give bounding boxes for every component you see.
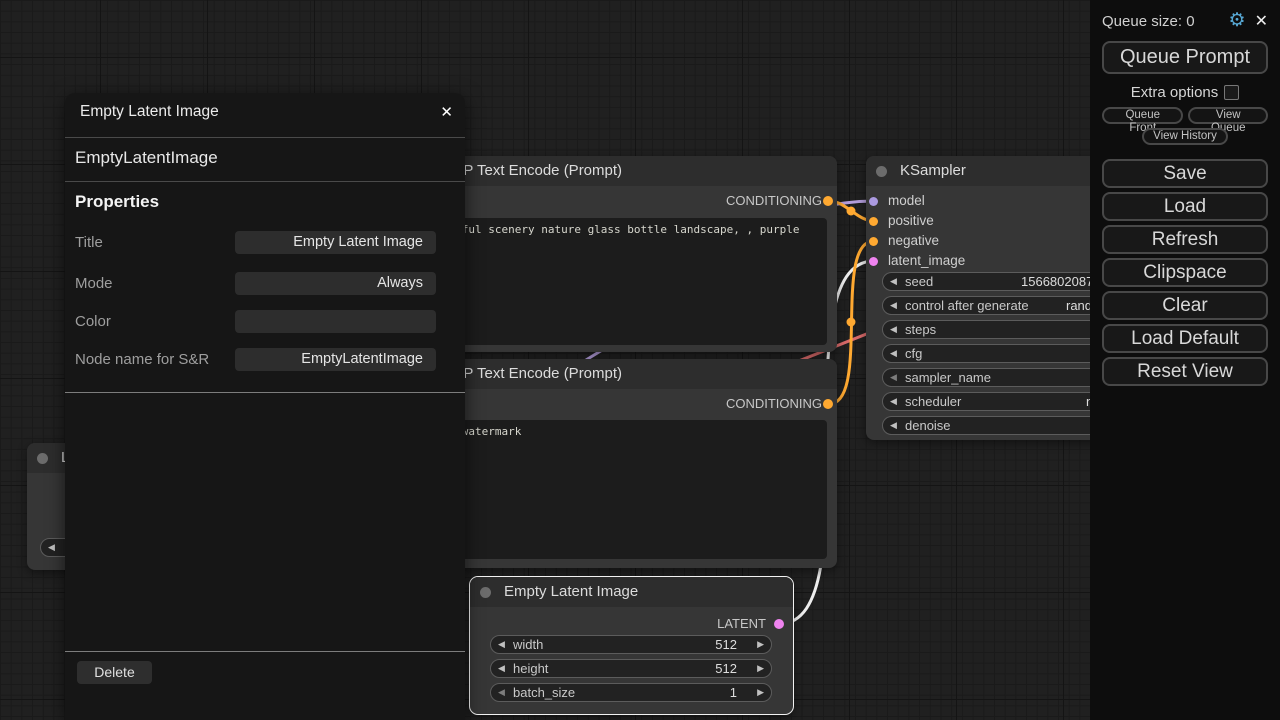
node-properties-dialog: Empty Latent Image ✕ EmptyLatentImage Pr… xyxy=(65,93,465,720)
collapse-dot-icon[interactable] xyxy=(480,587,491,598)
queue-size-label: Queue size: 0 xyxy=(1102,13,1229,30)
increment-arrow-icon[interactable]: ▶ xyxy=(757,684,764,701)
conditioning-output-port[interactable] xyxy=(823,399,833,409)
extra-options-checkbox[interactable] xyxy=(1224,85,1239,100)
divider xyxy=(65,651,465,652)
reset-view-button[interactable]: Reset View xyxy=(1102,357,1268,386)
prompt-textarea[interactable]: text, watermark xyxy=(416,420,827,559)
latent-image-input-port[interactable] xyxy=(869,257,878,266)
input-label: model xyxy=(888,191,925,211)
extra-options-label: Extra options xyxy=(1131,84,1219,101)
decrement-arrow-icon[interactable]: ◀ xyxy=(498,636,505,653)
divider xyxy=(65,137,465,138)
width-widget[interactable]: ◀ width 512 ▶ xyxy=(490,635,772,654)
view-queue-button[interactable]: View Queue xyxy=(1188,107,1268,124)
collapse-dot-icon[interactable] xyxy=(876,166,887,177)
input-label: positive xyxy=(888,211,934,231)
node-empty-latent-image[interactable]: Empty Latent Image LATENT ◀ width 512 ▶ … xyxy=(470,577,793,714)
negative-input-port[interactable] xyxy=(869,237,878,246)
decrement-arrow-icon[interactable]: ◀ xyxy=(890,297,897,314)
prompt-textarea[interactable]: beautiful scenery nature glass bottle la… xyxy=(416,218,827,345)
increment-arrow-icon[interactable]: ▶ xyxy=(757,660,764,677)
node-clip-text-encode-negative[interactable]: CLIP Text Encode (Prompt) CONDITIONING t… xyxy=(406,359,837,568)
decrement-arrow-icon[interactable]: ◀ xyxy=(890,417,897,434)
height-widget[interactable]: ◀ height 512 ▶ xyxy=(490,659,772,678)
decrement-arrow-icon[interactable]: ◀ xyxy=(890,393,897,410)
output-label: CONDITIONING xyxy=(726,394,822,414)
decrement-arrow-icon[interactable]: ◀ xyxy=(890,345,897,362)
node-title: KSampler xyxy=(900,162,966,179)
widget-value: 512 xyxy=(715,660,737,677)
refresh-button[interactable]: Refresh xyxy=(1102,225,1268,254)
close-icon[interactable]: ✕ xyxy=(440,103,453,121)
divider xyxy=(65,181,465,182)
queue-front-button[interactable]: Queue Front xyxy=(1102,107,1183,124)
node-title: Empty Latent Image xyxy=(504,583,638,600)
load-button[interactable]: Load xyxy=(1102,192,1268,221)
collapse-dot-icon[interactable] xyxy=(37,453,48,464)
node-title: CLIP Text Encode (Prompt) xyxy=(440,162,622,179)
dialog-title: Empty Latent Image xyxy=(80,103,219,121)
node-clip-text-encode-positive[interactable]: CLIP Text Encode (Prompt) CONDITIONING b… xyxy=(406,156,837,352)
field-label: Mode xyxy=(75,275,113,292)
widget-value: 512 xyxy=(715,636,737,653)
properties-heading: Properties xyxy=(75,192,159,212)
field-label: Color xyxy=(75,313,111,330)
decrement-arrow-icon[interactable]: ◀ xyxy=(890,369,897,386)
delete-button[interactable]: Delete xyxy=(77,661,152,684)
batch-size-widget[interactable]: ◀ batch_size 1 ▶ xyxy=(490,683,772,702)
node-title: CLIP Text Encode (Prompt) xyxy=(440,365,622,382)
decrement-arrow-icon[interactable]: ◀ xyxy=(890,273,897,290)
clipspace-button[interactable]: Clipspace xyxy=(1102,258,1268,287)
decrement-arrow-icon[interactable]: ◀ xyxy=(498,684,505,701)
mode-field[interactable]: Always xyxy=(235,272,436,295)
save-button[interactable]: Save xyxy=(1102,159,1268,188)
field-label: Node name for S&R xyxy=(75,351,209,368)
widget-value: 1566802087 xyxy=(1021,273,1093,290)
decrement-arrow-icon[interactable]: ◀ xyxy=(498,660,505,677)
model-input-port[interactable] xyxy=(869,197,878,206)
input-label: latent_image xyxy=(888,251,965,271)
latent-output-port[interactable] xyxy=(774,619,784,629)
positive-input-port[interactable] xyxy=(869,217,878,226)
node-type-label: EmptyLatentImage xyxy=(75,148,218,168)
node-name-snr-field[interactable]: EmptyLatentImage xyxy=(235,348,436,371)
field-label: Title xyxy=(75,234,103,251)
widget-value: 1 xyxy=(730,684,737,701)
color-field[interactable] xyxy=(235,310,436,333)
title-field[interactable]: Empty Latent Image xyxy=(235,231,436,254)
queue-prompt-button[interactable]: Queue Prompt xyxy=(1102,41,1268,74)
decrement-arrow-icon[interactable]: ◀ xyxy=(890,321,897,338)
view-history-button[interactable]: View History xyxy=(1142,128,1228,145)
output-label: CONDITIONING xyxy=(726,191,822,211)
output-label: LATENT xyxy=(717,614,766,634)
conditioning-output-port[interactable] xyxy=(823,196,833,206)
load-default-button[interactable]: Load Default xyxy=(1102,324,1268,353)
comfy-menu: Queue size: 0 ⚙ ✕ Queue Prompt Extra opt… xyxy=(1090,0,1280,720)
gear-icon[interactable]: ⚙ xyxy=(1229,11,1246,31)
close-icon[interactable]: ✕ xyxy=(1255,11,1268,31)
divider xyxy=(65,392,465,393)
increment-arrow-icon[interactable]: ▶ xyxy=(757,636,764,653)
decrement-arrow-icon[interactable]: ◀ xyxy=(48,539,55,556)
clear-button[interactable]: Clear xyxy=(1102,291,1268,320)
input-label: negative xyxy=(888,231,939,251)
